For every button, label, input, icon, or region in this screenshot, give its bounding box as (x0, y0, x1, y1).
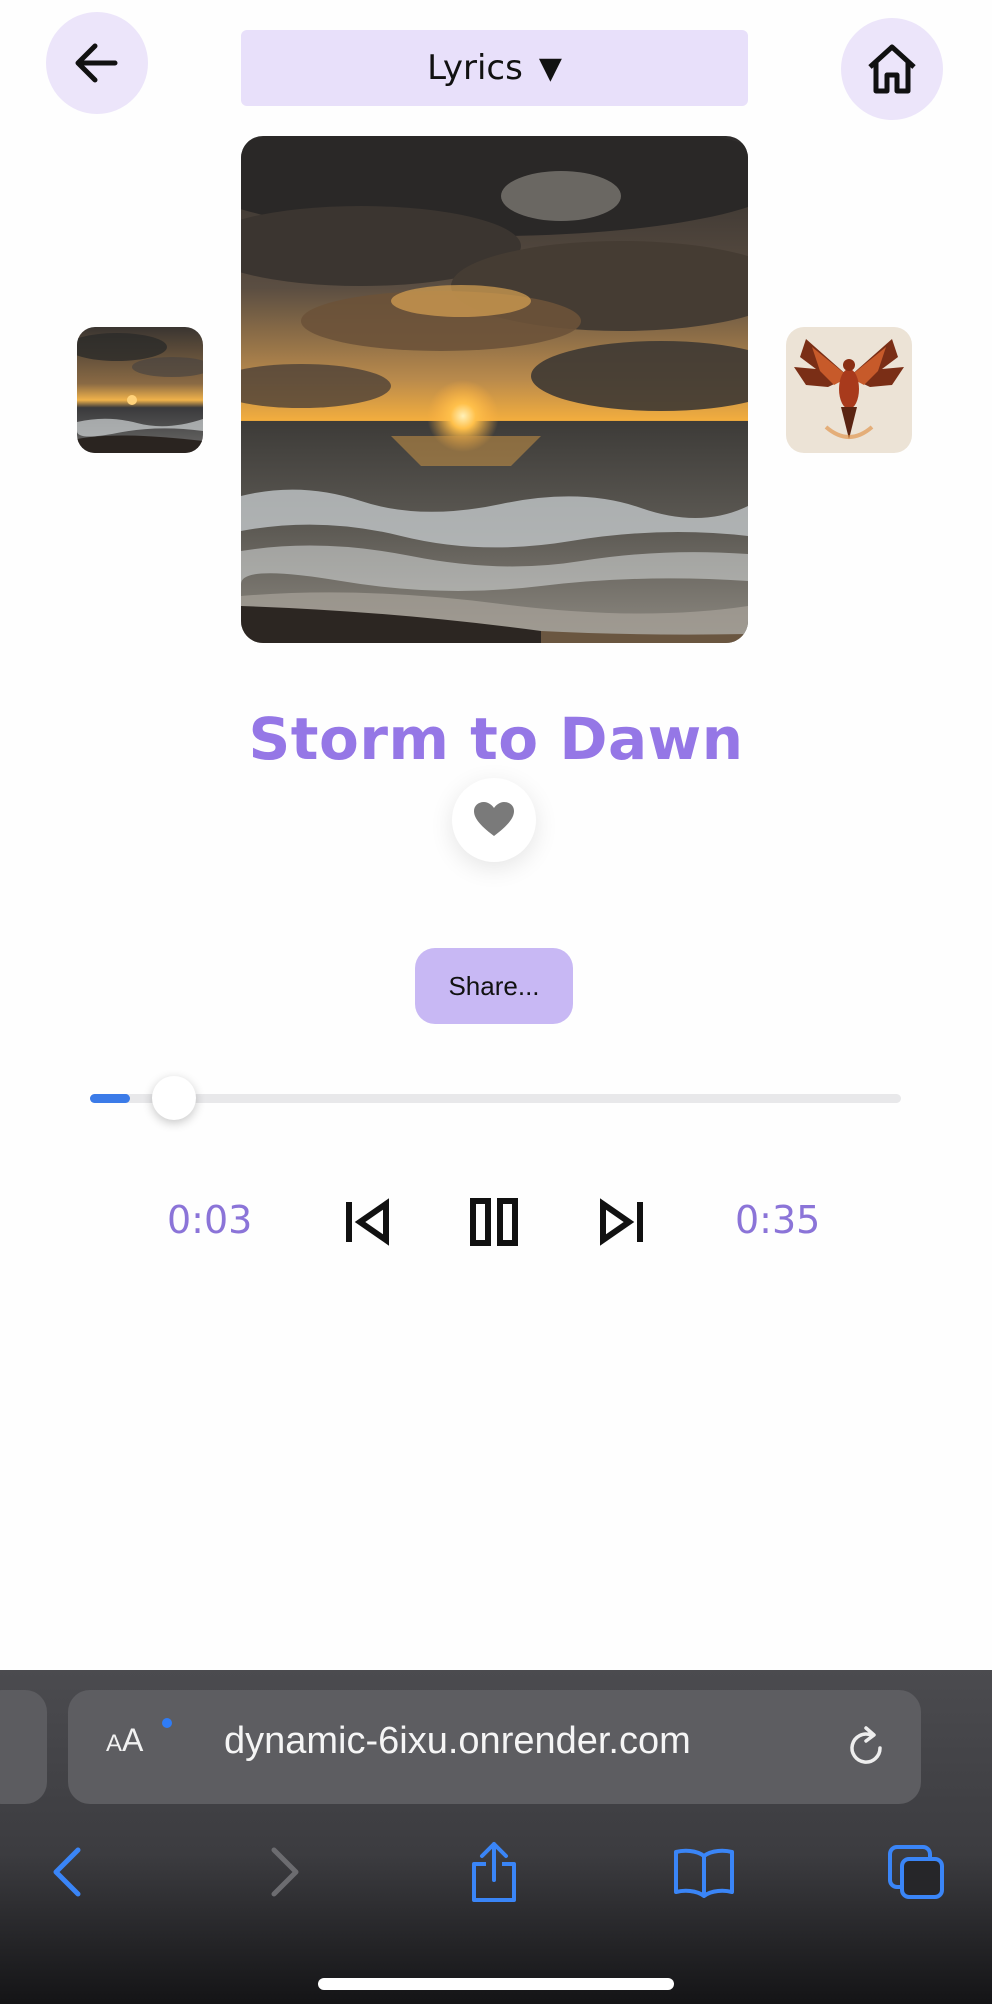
browser-toolbar: AA dynamic-6ixu.onrender.com (0, 1670, 992, 2004)
adjacent-tab-preview[interactable] (0, 1690, 47, 1804)
next-track-button[interactable] (593, 1196, 649, 1248)
home-indicator (318, 1978, 674, 1990)
phoenix-thumbnail (786, 327, 912, 453)
sunset-storm-ocean-image (241, 136, 748, 643)
next-album-art[interactable] (786, 327, 912, 453)
browser-back-button[interactable] (36, 1840, 100, 1904)
lyrics-label: Lyrics (427, 48, 523, 88)
share-icon (472, 1842, 516, 1902)
notification-dot (162, 1718, 172, 1728)
pause-icon (470, 1198, 518, 1246)
seek-bar[interactable] (90, 1076, 901, 1120)
seek-bar-progress (90, 1094, 130, 1103)
like-button[interactable] (452, 778, 536, 862)
home-button[interactable] (841, 18, 943, 120)
tabs-icon (888, 1845, 944, 1899)
home-icon (868, 44, 916, 94)
browser-tabs-button[interactable] (884, 1840, 948, 1904)
arrow-left-icon (75, 43, 118, 83)
chevron-right-icon (271, 1847, 299, 1897)
pause-button[interactable] (466, 1196, 522, 1248)
previous-track-button[interactable] (340, 1196, 396, 1248)
chevron-left-icon (53, 1847, 81, 1897)
total-duration: 0:35 (735, 1198, 821, 1242)
share-button[interactable]: Share... (415, 948, 573, 1024)
previous-album-art[interactable] (77, 327, 203, 453)
address-bar[interactable]: AA dynamic-6ixu.onrender.com (68, 1690, 921, 1804)
lyrics-dropdown-button[interactable]: Lyrics ▼ (241, 30, 748, 106)
song-title: Storm to Dawn (248, 705, 744, 773)
seek-bar-thumb[interactable] (152, 1076, 196, 1120)
skip-next-icon (600, 1198, 643, 1246)
back-button[interactable] (46, 12, 148, 114)
browser-forward-button[interactable] (252, 1840, 316, 1904)
reload-icon[interactable] (844, 1724, 890, 1770)
current-album-art (241, 136, 748, 643)
elapsed-time: 0:03 (167, 1198, 253, 1242)
sunset-ocean-thumbnail (77, 327, 203, 453)
url-text[interactable]: dynamic-6ixu.onrender.com (224, 1720, 691, 1763)
skip-previous-icon (346, 1198, 389, 1246)
dropdown-caret-icon: ▼ (538, 50, 562, 86)
book-icon (674, 1848, 734, 1898)
browser-bookmarks-button[interactable] (672, 1840, 736, 1904)
text-size-button[interactable]: AA (106, 1722, 143, 1759)
heart-icon (474, 802, 514, 836)
browser-share-button[interactable] (462, 1840, 526, 1904)
